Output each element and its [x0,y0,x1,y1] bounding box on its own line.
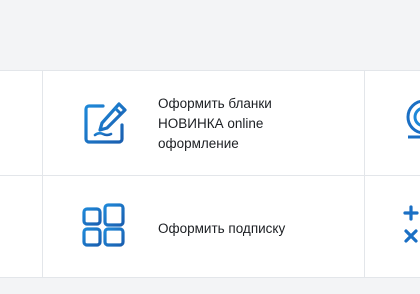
tile-label-order-forms: Оформить бланки НОВИНКА online оформлени… [158,96,272,151]
edit-form-icon [84,102,127,144]
tile-subscribe[interactable]: Оформить подписку [43,176,363,279]
column-divider-right [364,71,365,277]
footer-band [0,278,420,294]
plus-cross-icon[interactable] [402,205,420,249]
services-grid: Оформить бланки НОВИНКА online оформлени… [0,70,420,278]
header-band [0,0,420,70]
grid-blocks-icon [82,203,125,247]
tile-label-subscribe: Оформить подписку [158,221,286,236]
concentric-arcs-icon[interactable] [402,97,420,141]
tile-order-forms[interactable]: Оформить бланки НОВИНКА online оформлени… [43,71,363,175]
